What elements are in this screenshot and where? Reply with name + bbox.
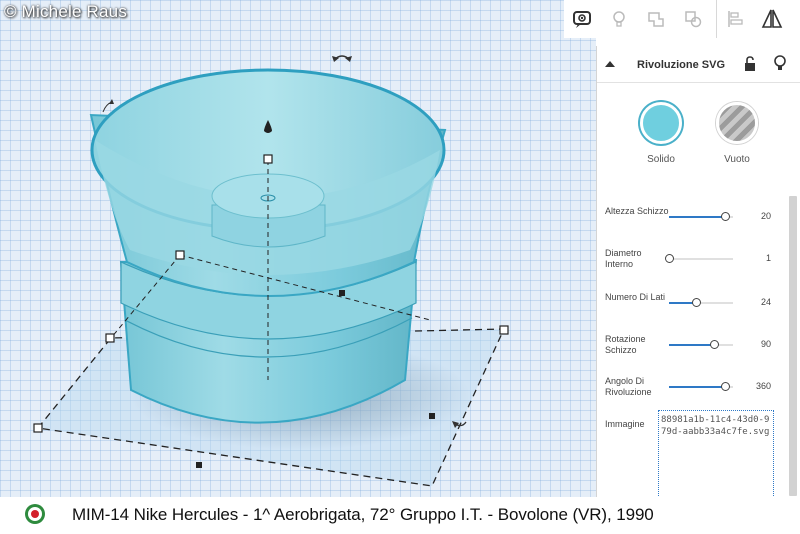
slider-knob[interactable] [665,254,674,263]
lightbulb-icon [613,11,625,27]
hole-swatch[interactable] [716,102,758,144]
rotate-handle-left[interactable] [102,99,114,113]
hint-button[interactable] [601,0,637,38]
rotate-handle-top[interactable] [332,55,352,62]
ungroup-icon [685,11,702,28]
mirror-button[interactable] [754,0,790,38]
scene-canvas[interactable] [0,0,596,497]
slider-track[interactable] [669,340,733,349]
solid-color-swatch[interactable] [640,102,682,144]
panel-scrollbar[interactable] [789,196,797,496]
prop-revolution-angle: Angolo Di Rivoluzione 360 [605,376,777,408]
lock-icon[interactable] [743,56,757,72]
align-icon [728,11,743,27]
prop-value[interactable]: 24 [735,297,771,307]
prop-label: Diametro Interno [605,248,642,269]
image-file-field[interactable]: 88981a1b-11c4-43d0-979d-aabb33a4c7fe.svg [658,410,774,498]
solid-label: Solido [647,154,675,165]
prop-label: Rotazione Schizzo [605,334,646,355]
height-handle[interactable] [263,154,273,164]
prop-value[interactable]: 360 [735,381,771,391]
edge-handle-front[interactable] [196,462,202,468]
prop-value[interactable]: 1 [735,253,771,263]
prop-inner-diameter: Diametro Interno 1 [605,248,777,280]
prop-sides: Numero Di Lati 24 [605,292,777,324]
hole-label: Vuoto [724,154,750,165]
corner-handle-left[interactable] [33,423,43,433]
caption-bar: MIM-14 Nike Hercules - 1^ Aerobrigata, 7… [0,497,800,534]
corner-handle-top[interactable] [175,250,185,260]
workplane-viewport[interactable]: © Michele Raus [0,0,596,497]
prop-label: Altezza Schizzo [605,206,669,216]
slider-knob[interactable] [691,298,701,307]
mirror-icon [761,9,783,28]
slider-track[interactable] [669,298,733,307]
corner-handle-back[interactable] [105,333,115,343]
slider-track[interactable] [669,212,733,221]
slider-knob[interactable] [721,212,731,221]
slider-track[interactable] [669,382,733,391]
notes-icon [573,11,591,28]
image-label: Immagine [605,419,645,429]
ungroup-button[interactable] [675,0,711,38]
slider-track[interactable] [665,254,733,263]
lightbulb-icon[interactable] [773,55,787,73]
group-button[interactable] [638,0,674,38]
prop-label: Numero Di Lati [605,292,666,302]
caption-text: MIM-14 Nike Hercules - 1^ Aerobrigata, 7… [72,505,654,524]
prop-sketch-height: Altezza Schizzo 20 [605,206,777,238]
prop-value[interactable]: 20 [735,211,771,221]
prop-label: Angolo Di Rivoluzione [605,376,652,397]
prop-value[interactable]: 90 [735,339,771,349]
center-handle[interactable] [339,290,345,296]
collapse-arrow-icon[interactable] [603,57,617,71]
group-icon [648,12,664,27]
slider-fill [669,386,726,388]
italian-roundel-icon [25,504,45,524]
slider-fill [669,216,726,218]
slider-fill [669,344,714,346]
slider-knob[interactable] [721,382,731,391]
edge-handle-right[interactable] [429,413,435,419]
slider-knob[interactable] [709,340,719,349]
align-button[interactable] [716,0,753,38]
notes-button[interactable] [564,0,600,38]
panel-header: Rivoluzione SVG [597,46,800,83]
prop-sketch-rotation: Rotazione Schizzo 90 [605,334,777,366]
solid-mode-button[interactable]: Solido [631,102,691,165]
watermark: © Michele Raus [4,2,128,21]
shape-inspector-panel: Rivoluzione SVG Solido Vuoto Altezza Sch… [596,46,800,498]
hole-mode-button[interactable]: Vuoto [707,102,767,165]
corner-handle-right[interactable] [499,325,509,335]
panel-title: Rivoluzione SVG [637,59,726,71]
top-toolbar [564,0,800,38]
